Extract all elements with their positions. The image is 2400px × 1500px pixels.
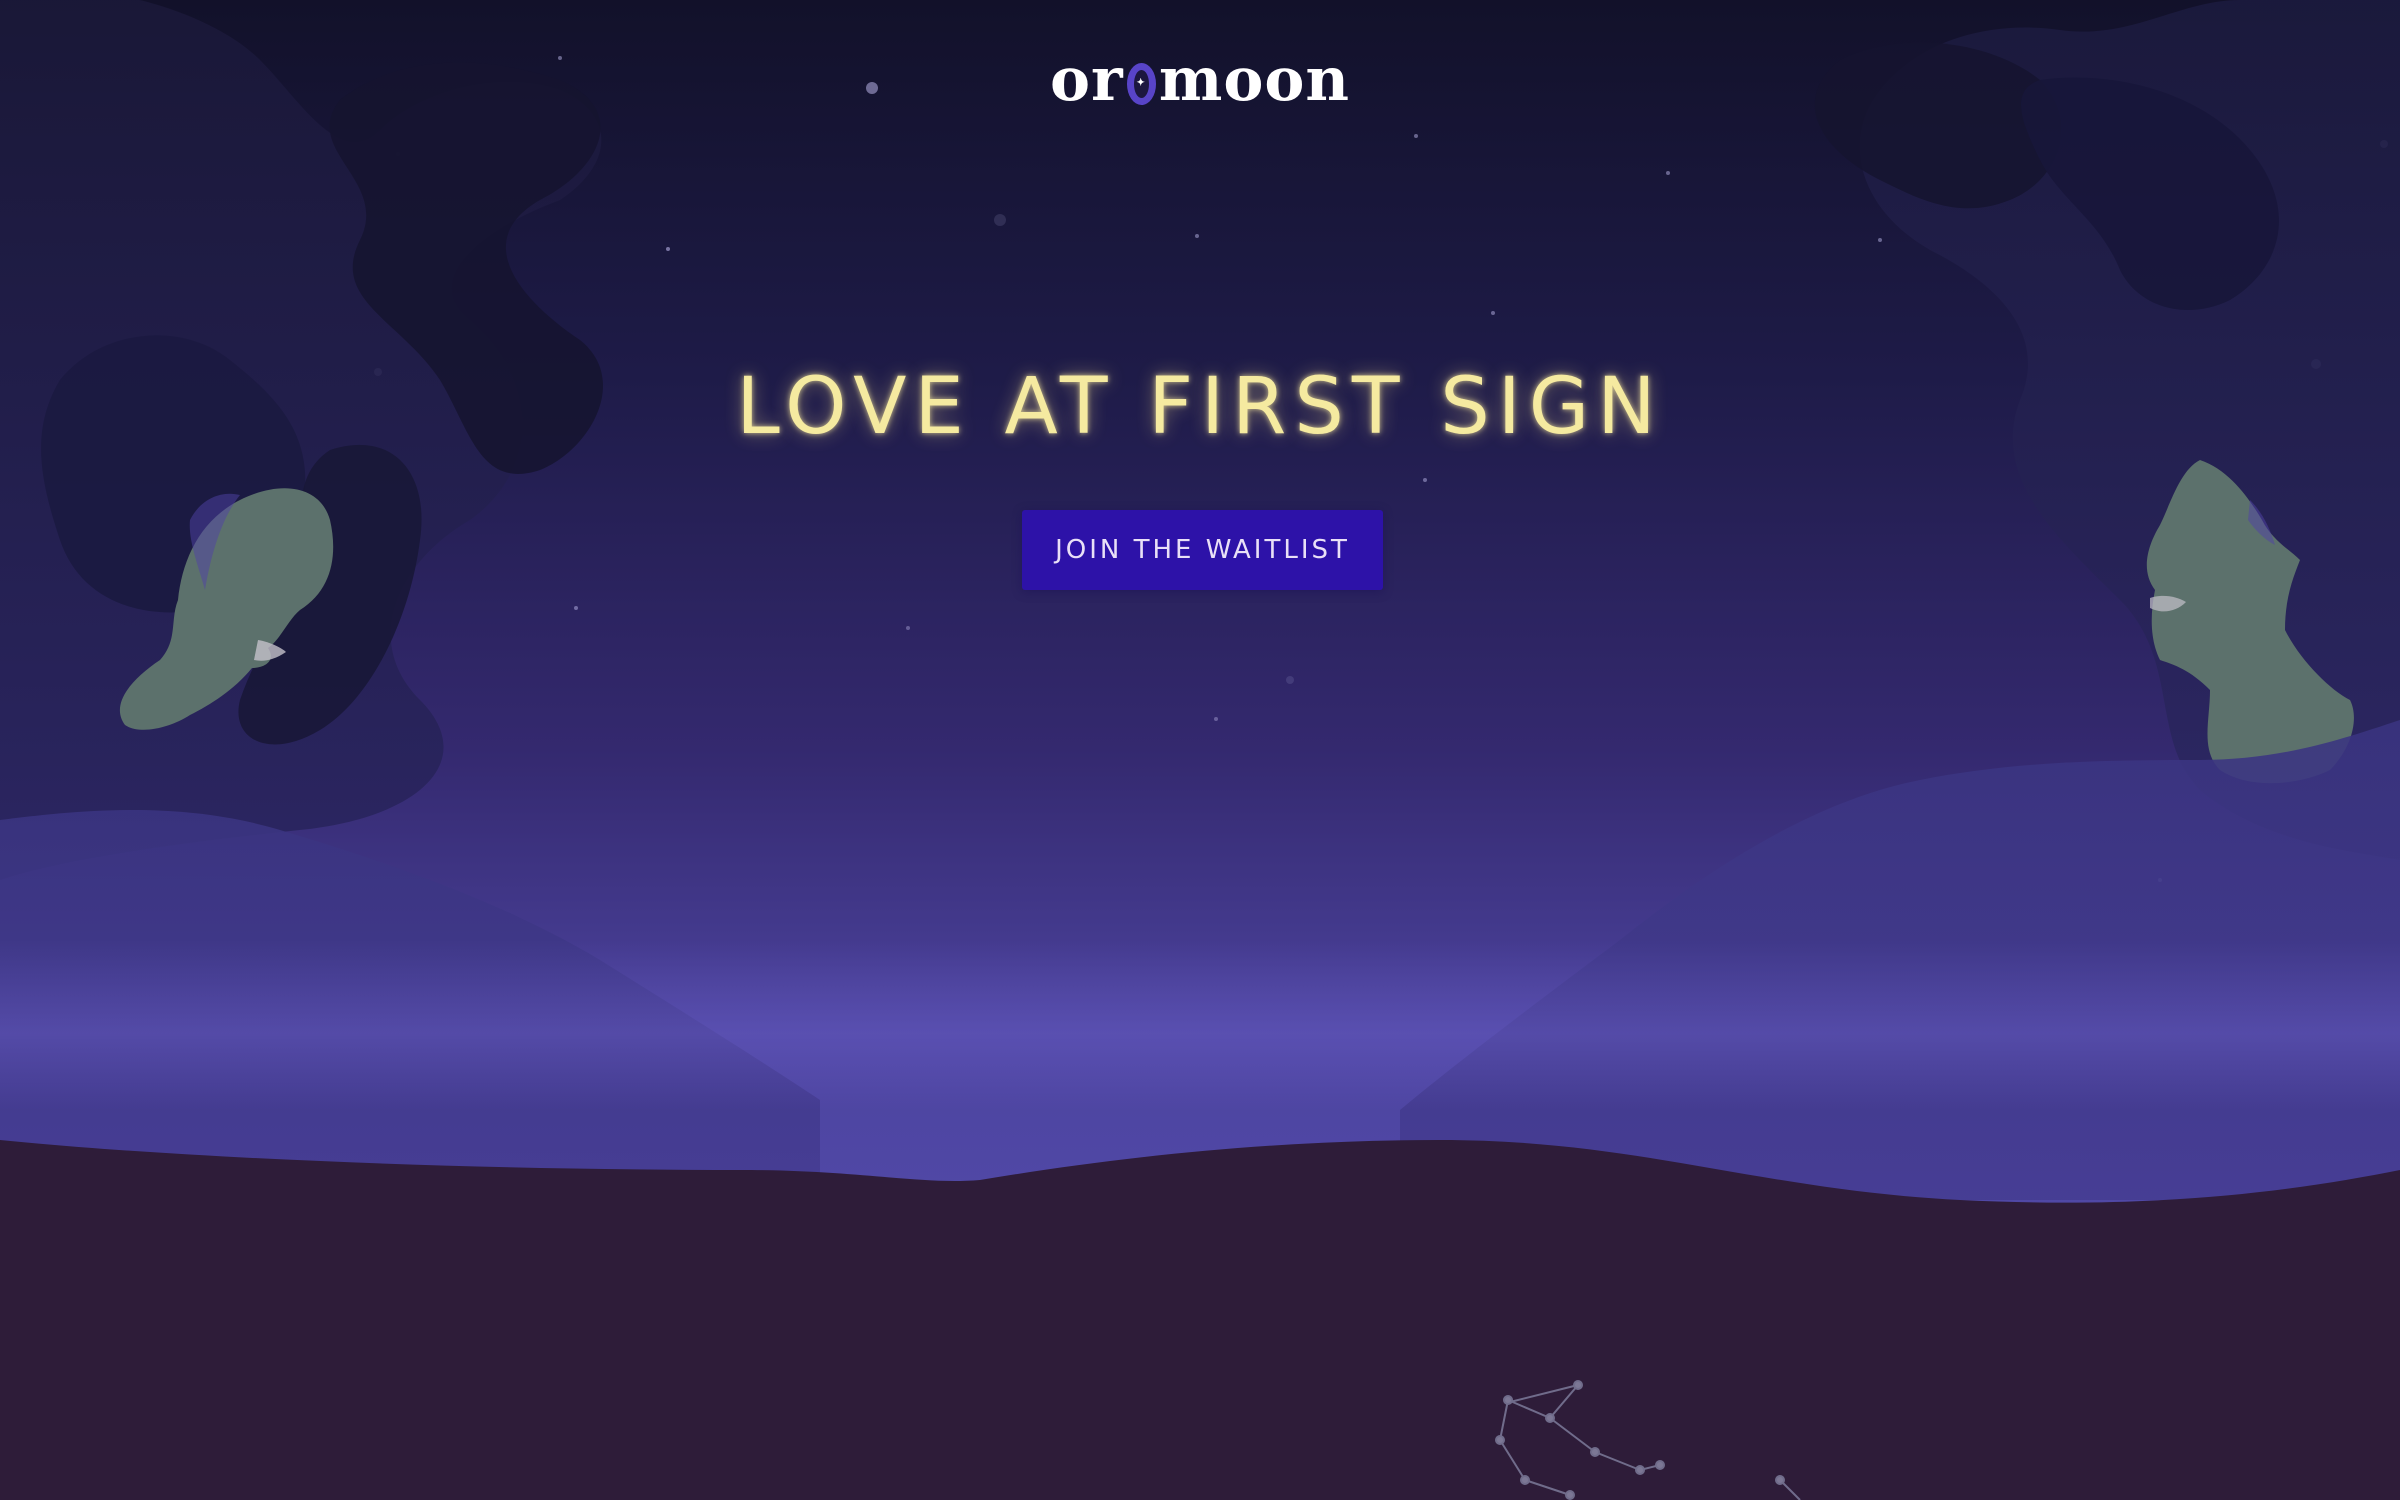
logo-text-end: moon xyxy=(1158,45,1350,115)
logo-text-start: or xyxy=(1050,45,1124,115)
oromoon-logo[interactable]: ormoon xyxy=(1050,50,1350,110)
crescent-moon-icon xyxy=(1126,63,1156,105)
hero-title: LOVE AT FIRST SIGN xyxy=(736,362,1664,452)
landing-page: ormoon LOVE AT FIRST SIGN JOIN THE WAITL… xyxy=(0,0,2400,1500)
night-sky-background xyxy=(0,0,2400,1500)
join-waitlist-button[interactable]: JOIN THE WAITLIST xyxy=(1022,510,1383,590)
